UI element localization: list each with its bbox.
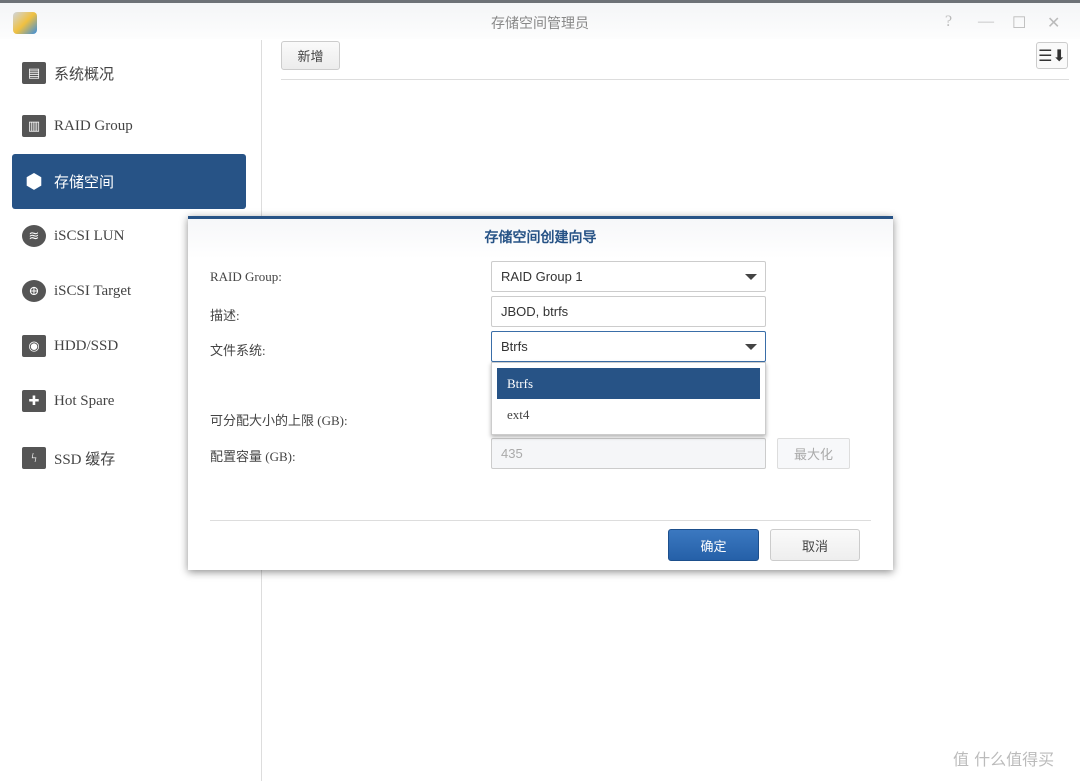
sidebar-item-storage-space[interactable]: ⬢ 存储空间 <box>12 154 246 209</box>
cancel-button[interactable]: 取消 <box>770 529 860 561</box>
window-title: 存储空间管理员 <box>491 17 589 32</box>
minimize-icon[interactable]: — <box>978 13 994 31</box>
filesystem-label: 文件系统: <box>210 343 266 358</box>
filesystem-dropdown-menu: Btrfs ext4 <box>491 362 766 435</box>
add-button[interactable]: 新增 <box>281 41 340 70</box>
maximize-icon[interactable]: ☐ <box>1012 13 1026 33</box>
capacity-input[interactable]: 435 <box>491 438 766 469</box>
help-icon[interactable]: ? <box>945 13 952 31</box>
sidebar-item-raid-group[interactable]: ▥ RAID Group <box>12 99 246 153</box>
watermark: 值 什么值得买 <box>953 750 1055 769</box>
cubes-icon: ⬢ <box>25 171 43 193</box>
option-ext4[interactable]: ext4 <box>497 399 760 430</box>
disk-icon: ◉ <box>22 335 46 357</box>
sidebar-item-label: 系统概况 <box>54 66 115 83</box>
dialog-title: 存储空间创建向导 <box>188 219 893 259</box>
sidebar-item-overview[interactable]: ▤ 系统概况 <box>12 46 246 100</box>
overview-icon: ▤ <box>22 62 46 84</box>
database-icon: ≋ <box>22 225 46 247</box>
sidebar-item-label: 存储空间 <box>54 175 115 191</box>
close-icon[interactable]: ✕ <box>1047 13 1060 33</box>
sidebar-item-label: Hot Spare <box>54 392 115 409</box>
toolbar-divider <box>281 79 1069 80</box>
description-input[interactable]: JBOD, btrfs <box>491 296 766 327</box>
raid-group-label: RAID Group: <box>210 269 282 284</box>
raid-group-select[interactable]: RAID Group 1 <box>491 261 766 292</box>
description-label: 描述: <box>210 308 240 323</box>
globe-icon: ⊕ <box>22 280 46 302</box>
sidebar-item-label: RAID Group <box>54 117 133 134</box>
raid-icon: ▥ <box>22 115 46 137</box>
chevron-down-icon <box>745 274 757 280</box>
sidebar-item-label: HDD/SSD <box>54 337 119 354</box>
ssd-cache-icon: ϟ <box>22 447 46 469</box>
sidebar-item-label: SSD 缓存 <box>54 451 116 468</box>
ok-button[interactable]: 确定 <box>668 529 759 561</box>
dialog-divider <box>210 520 871 521</box>
sidebar-item-label: iSCSI LUN <box>54 227 125 244</box>
capacity-label: 配置容量 (GB): <box>210 449 296 464</box>
hot-spare-icon: ✚ <box>22 390 46 412</box>
option-btrfs[interactable]: Btrfs <box>497 368 760 399</box>
sidebar-item-label: iSCSI Target <box>54 282 132 299</box>
sort-icon[interactable]: ☰⬇ <box>1036 42 1068 69</box>
filesystem-select[interactable]: Btrfs <box>491 331 766 362</box>
create-storage-wizard-dialog: 存储空间创建向导 RAID Group: RAID Group 1 描述: JB… <box>188 216 893 570</box>
chevron-down-icon <box>745 344 757 350</box>
raid-group-value: RAID Group 1 <box>501 269 583 284</box>
filesystem-value: Btrfs <box>501 339 528 354</box>
title-bar: 存储空间管理员 ? — ☐ ✕ <box>0 3 1080 39</box>
maximize-capacity-button[interactable]: 最大化 <box>777 438 850 469</box>
max-size-label: 可分配大小的上限 (GB): <box>210 413 348 428</box>
